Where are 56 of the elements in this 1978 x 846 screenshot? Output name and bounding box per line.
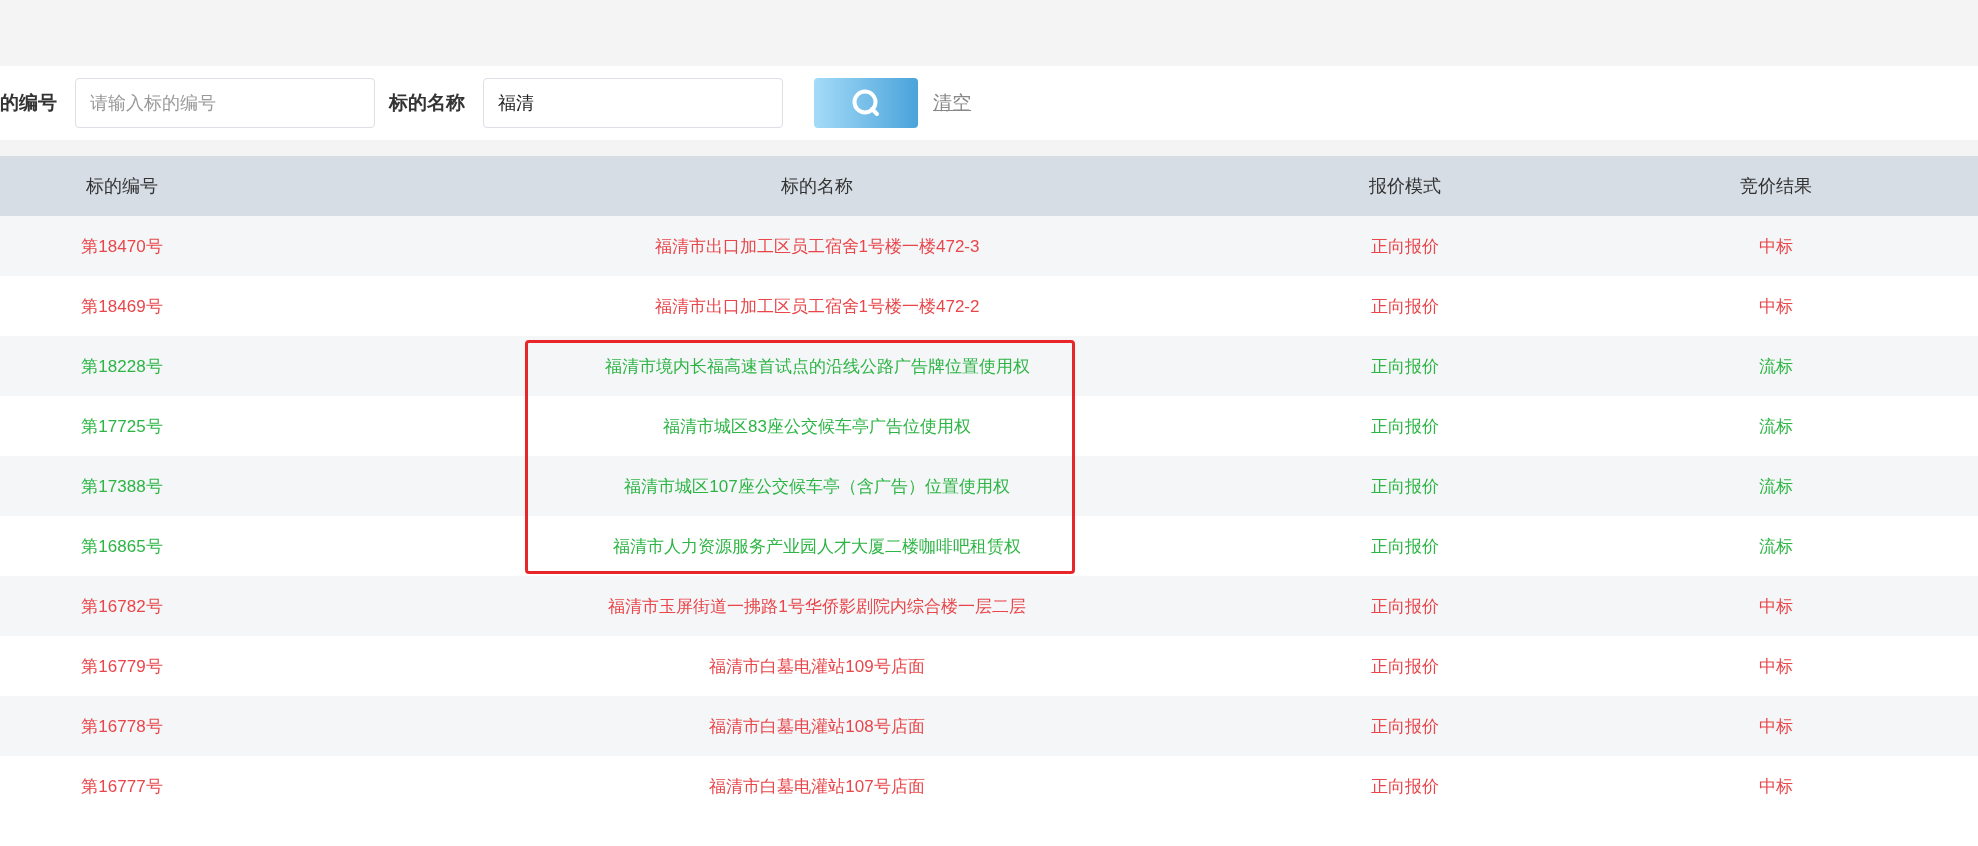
lot-name-cell[interactable]: 福清市白墓电灌站109号店面 [709,654,925,678]
bid-mode-cell-text: 正向报价 [1371,355,1439,378]
bid-mode-cell-text: 正向报价 [1371,535,1439,558]
lot-name-cell[interactable]: 福清市白墓电灌站108号店面 [709,714,925,738]
lot-number-cell-text: 第18228号 [81,355,163,378]
bid-mode-cell-text: 正向报价 [1371,295,1439,318]
lot-number-cell-text: 第16777号 [81,775,163,798]
lot-number-cell-text: 第16778号 [81,715,163,738]
bid-mode-cell-text: 正向报价 [1371,715,1439,738]
table-row[interactable]: 第17388号 福清市城区107座公交候车亭（含广告）位置使用权 正向报价 流标 [0,456,1978,516]
search-button[interactable] [814,78,918,128]
column-header: 标的名称 [781,175,853,198]
result-cell-text: 中标 [1759,295,1793,318]
field-label: 标的名称 [389,91,465,115]
clear-link[interactable]: 清空 [933,90,971,116]
input-field[interactable]: 请输入标的编号 [75,78,375,128]
table-row[interactable]: 第16782号 福清市玉屏街道一拂路1号华侨影剧院内综合楼一层二层 正向报价 中标 [0,576,1978,636]
result-cell-text: 流标 [1759,475,1793,498]
result-cell-text: 中标 [1759,235,1793,258]
result-cell-text: 中标 [1759,655,1793,678]
column-header: 报价模式 [1369,175,1441,198]
bid-mode-cell-text: 正向报价 [1371,415,1439,438]
column-header: 标的编号 [86,175,158,198]
lot-name-cell[interactable]: 福清市玉屏街道一拂路1号华侨影剧院内综合楼一层二层 [608,594,1026,618]
column-header: 竞价结果 [1740,175,1812,198]
lot-name-cell[interactable]: 福清市城区83座公交候车亭广告位使用权 [663,414,971,438]
result-cell-text: 流标 [1759,415,1793,438]
table-row[interactable]: 第16778号 福清市白墓电灌站108号店面 正向报价 中标 [0,696,1978,756]
result-cell-text: 中标 [1759,715,1793,738]
result-cell-text: 中标 [1759,775,1793,798]
lot-number-cell-text: 第18469号 [81,295,163,318]
lot-name-cell[interactable]: 福清市出口加工区员工宿舍1号楼一楼472-3 [654,234,980,258]
result-cell-text: 中标 [1759,595,1793,618]
lot-name-cell[interactable]: 福清市出口加工区员工宿舍1号楼一楼472-2 [654,294,980,318]
result-cell-text: 流标 [1759,535,1793,558]
lot-number-cell-text: 第16782号 [81,595,163,618]
lot-number-cell-text: 第16779号 [81,655,163,678]
bid-mode-cell-text: 正向报价 [1371,595,1439,618]
lot-name-cell[interactable]: 福清市人力资源服务产业园人才大厦二楼咖啡吧租赁权 [613,534,1021,558]
bid-mode-cell-text: 正向报价 [1371,775,1439,798]
lot-number-cell-text: 第18470号 [81,235,163,258]
table-row[interactable]: 第18470号 福清市出口加工区员工宿舍1号楼一楼472-3 正向报价 中标 [0,216,1978,276]
lot-name-cell[interactable]: 福清市境内长福高速首试点的沿线公路广告牌位置使用权 [604,354,1030,378]
search-icon [851,88,881,118]
bid-mode-cell-text: 正向报价 [1371,235,1439,258]
table-row[interactable]: 第18228号 福清市境内长福高速首试点的沿线公路广告牌位置使用权 正向报价 流标 [0,336,1978,396]
input-field[interactable]: 福清 [483,78,783,128]
lot-name-cell[interactable]: 福清市城区107座公交候车亭（含广告）位置使用权 [624,474,1010,498]
lot-number-cell-text: 第17388号 [81,475,163,498]
field-label: 的编号 [0,91,57,115]
lot-number-cell-text: 第16865号 [81,535,163,558]
lot-name-cell[interactable]: 福清市白墓电灌站107号店面 [709,774,925,798]
result-cell-text: 流标 [1759,355,1793,378]
bid-mode-cell-text: 正向报价 [1371,655,1439,678]
lot-number-cell-text: 第17725号 [81,415,163,438]
bid-mode-cell-text: 正向报价 [1371,475,1439,498]
